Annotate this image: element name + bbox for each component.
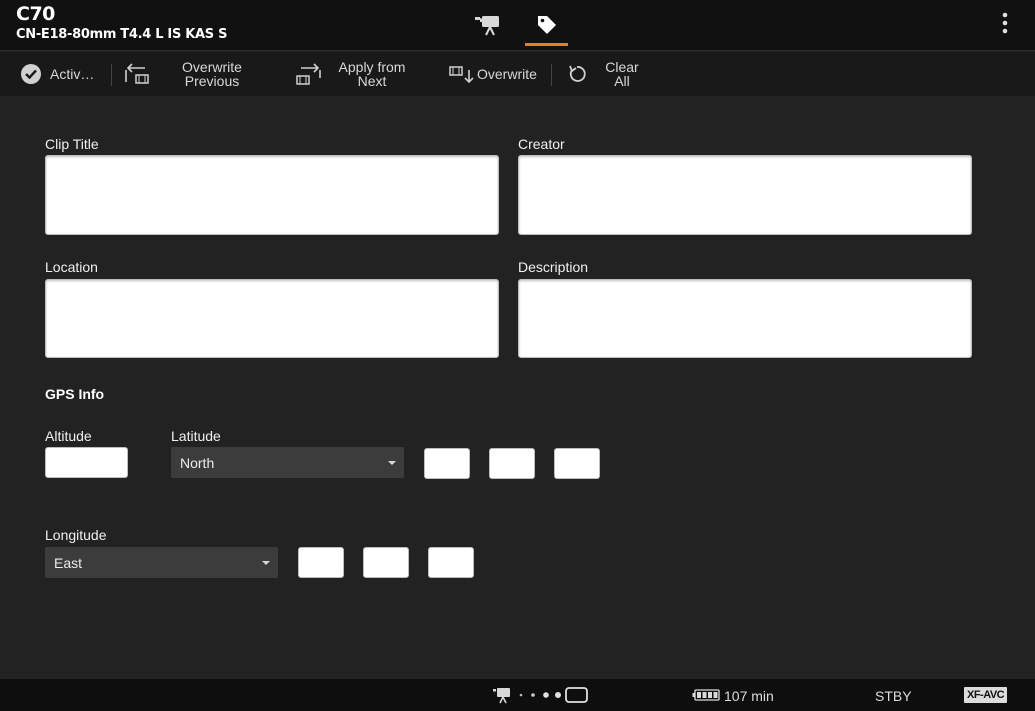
tag-icon [538,16,556,34]
toolbar-divider [551,64,552,86]
activate-button[interactable]: Activ… [20,52,94,96]
creator-field[interactable] [518,155,972,235]
altitude-field[interactable] [45,447,128,478]
latitude-seconds-field[interactable] [554,448,600,479]
status-bar: 107 min STBY XF-AVC [0,679,1035,711]
clear-all-button[interactable]: Clear All [566,52,642,96]
description-label: Description [518,259,589,275]
dropdown-caret-icon [388,461,396,465]
latitude-direction-value: North [180,454,215,471]
location-field[interactable] [45,279,499,358]
copy-from-previous-icon [123,61,151,87]
longitude-minutes-field[interactable] [363,547,409,578]
video-camera-icon [475,16,499,36]
latitude-minutes-field[interactable] [489,448,535,479]
battery-icon [692,689,720,701]
tab-metadata[interactable] [525,4,569,46]
copy-from-next-icon [295,61,323,87]
overwrite-download-icon [449,62,477,86]
apply-from-next-button[interactable]: Apply from Next [295,52,409,96]
recording-status: STBY [875,688,912,704]
creator-label: Creator [518,136,565,152]
latitude-direction-select[interactable]: North [171,447,404,478]
activate-label: Activ… [50,66,95,82]
active-tab-indicator [525,43,568,46]
longitude-direction-value: East [54,554,83,571]
top-bar: C70 CN-E18-80mm T4.4 L IS KAS S [0,0,1035,51]
clip-title-field[interactable] [45,155,499,235]
toolbar-divider [111,64,112,86]
location-label: Location [45,259,98,275]
apply-from-next-line1: Apply from [338,59,406,75]
gps-info-heading: GPS Info [45,386,105,402]
description-field[interactable] [518,279,972,358]
shooting-mode-icon [493,687,588,704]
clip-title-label: Clip Title [45,136,99,152]
clear-all-line2: All [614,73,630,89]
overwrite-previous-line2: Previous [184,73,240,89]
longitude-label: Longitude [45,527,107,543]
overwrite-previous-button[interactable]: Overwrite Previous [123,52,247,96]
overwrite-label: Overwrite [477,66,537,82]
tab-camera[interactable] [466,4,510,46]
codec-badge: XF-AVC [964,687,1008,703]
dropdown-caret-icon [262,561,270,565]
more-vertical-icon [1002,12,1008,34]
metadata-toolbar: Activ… Overwrite Previous Apply from Nex… [0,52,1035,96]
longitude-degrees-field[interactable] [298,547,344,578]
longitude-direction-select[interactable]: East [45,547,278,578]
latitude-degrees-field[interactable] [424,448,470,479]
overwrite-button[interactable]: Overwrite [449,52,537,96]
more-menu-button[interactable] [992,8,1018,38]
battery-remaining: 107 min [724,688,774,704]
apply-from-next-line2: Next [357,73,387,89]
clear-all-line1: Clear [605,59,639,75]
overwrite-previous-line1: Overwrite [182,59,242,75]
undo-icon [566,63,588,85]
check-circle-icon [20,63,42,85]
longitude-seconds-field[interactable] [428,547,474,578]
altitude-label: Altitude [45,428,92,444]
camera-model: C70 [16,3,55,25]
lens-name: CN-E18-80mm T4.4 L IS KAS S [16,27,228,42]
latitude-label: Latitude [171,428,221,444]
